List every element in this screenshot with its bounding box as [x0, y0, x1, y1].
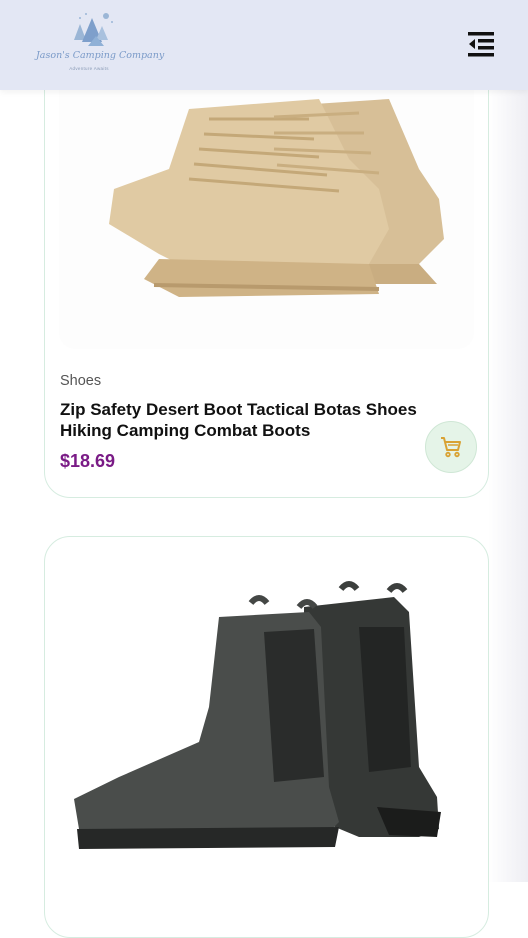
logo[interactable]: Jason's Camping Company Adventure Awaits: [36, 10, 165, 76]
black-chelsea-boots-image: [74, 581, 441, 849]
product-card[interactable]: Shoes Zip Safety Desert Boot Tactical Bo…: [44, 40, 489, 498]
scroll-shadow: [488, 90, 528, 882]
shopping-cart-icon: [441, 437, 461, 458]
tan-hiking-boots-image: [109, 99, 444, 297]
logo-tagline: Adventure Awaits: [69, 66, 109, 71]
product-title[interactable]: Zip Safety Desert Boot Tactical Botas Sh…: [60, 399, 432, 441]
logo-text: Jason's Camping Company: [36, 50, 165, 61]
product-price: $18.69: [60, 451, 116, 471]
product-image[interactable]: [59, 49, 474, 349]
add-to-cart-button[interactable]: [425, 421, 477, 473]
camping-logo-icon: [74, 13, 113, 46]
site-header: Jason's Camping Company Adventure Awaits: [0, 0, 528, 90]
product-category[interactable]: Shoes: [60, 373, 101, 389]
product-card[interactable]: [44, 536, 489, 938]
product-image[interactable]: [59, 567, 474, 897]
menu-collapse-icon[interactable]: [466, 30, 496, 58]
